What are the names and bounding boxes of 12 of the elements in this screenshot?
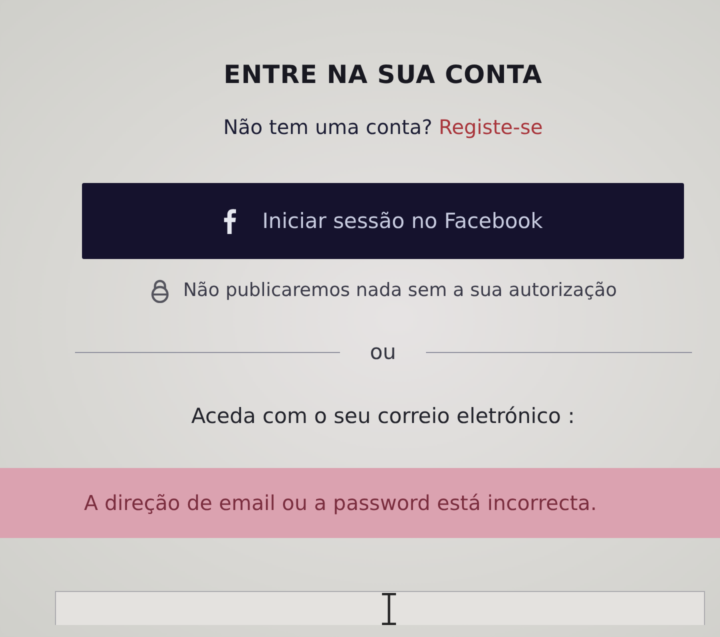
facebook-f-icon <box>223 208 236 234</box>
divider-label: ou <box>370 340 396 364</box>
signup-prompt: Não tem uma conta? Registe-se <box>223 114 543 140</box>
error-message: A direção de email ou a password está incorrecta. <box>84 490 597 516</box>
privacy-note: Não publicaremos nada sem a sua autorização <box>183 279 617 303</box>
email-prompt: Aceda com o seu correio eletrónico : <box>191 403 575 430</box>
lock-icon <box>149 279 172 303</box>
email-input-field[interactable] <box>55 591 705 625</box>
register-link[interactable]: Registe-se <box>438 115 543 139</box>
text-cursor-icon <box>380 593 398 625</box>
login-heading: ENTRE NA SUA CONTA <box>224 59 542 91</box>
facebook-login-button[interactable]: Iniciar sessão no Facebook <box>82 183 684 259</box>
